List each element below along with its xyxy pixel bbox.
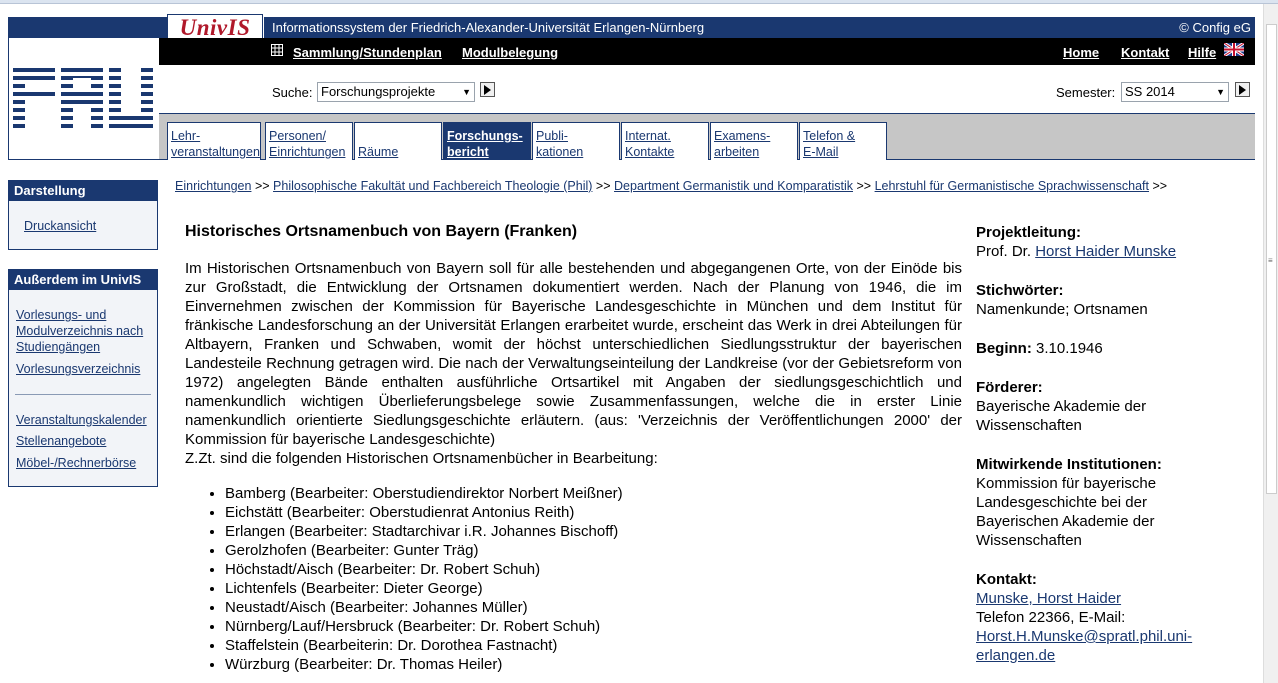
meta-institutionen: Mitwirkende Institutionen: Kommission fü… [976,456,1162,549]
meta-contact-link[interactable]: Munske, Horst Haider [976,590,1121,607]
meta-inst-label: Mitwirkende Institutionen: [976,456,1162,473]
sidebar-divider [15,394,151,395]
meta-lead-label: Projektleitung: [976,224,1082,241]
link-moebelboerse[interactable]: Möbel-/Rechnerbörse [16,455,136,471]
fau-logo [13,68,153,130]
meta-stichwoerter: Stichwörter: Namenkunde; Ortsnamen [976,281,1236,319]
list-item: Staffelstein (Bearbeiterin: Dr. Dorothea… [225,636,623,655]
link-druckansicht[interactable]: Druckansicht [24,218,96,234]
meta-lead-link[interactable]: Horst Haider Munske [1035,243,1176,260]
breadcrumb-einrichtungen[interactable]: Einrichtungen [175,179,251,193]
list-item: Erlangen (Bearbeiter: Stadtarchivar i.R.… [225,522,623,541]
chevron-down-icon: ▼ [1216,87,1225,97]
semester-go-button[interactable] [1235,82,1250,97]
info-text: Informationssystem der Friedrich-Alexand… [272,20,705,35]
sidebar-darstellung: Darstellung Druckansicht [8,180,158,250]
tab-personen[interactable]: Personen/Einrichtungen [265,122,353,160]
project-description: Im Historischen Ortsnamenbuch von Bayern… [185,260,962,448]
search-go-button[interactable] [480,82,495,97]
play-icon [1239,85,1246,95]
grid-icon [271,44,283,56]
meta-beginn: Beginn: 3.10.1946 [976,339,1236,358]
semester-select-value: SS 2014 [1125,84,1175,99]
link-vorlesungsverzeichnis[interactable]: Vorlesungsverzeichnis [16,361,140,377]
meta-keywords-label: Stichwörter: [976,282,1064,299]
tab-bar: Lehr-veranstaltungen Personen/Einrichtun… [159,114,1255,160]
tab-raeume[interactable]: Räume [354,122,442,160]
nav-home[interactable]: Home [1063,45,1099,60]
search-label: Suche: [272,85,313,100]
list-item: Lichtenfels (Bearbeiter: Dieter George) [225,579,623,598]
link-stellenangebote[interactable]: Stellenangebote [16,433,106,449]
tab-forschungsbericht[interactable]: Forschungs-bericht [443,122,531,160]
play-icon [484,85,491,95]
list-item: Neustadt/Aisch (Bearbeiter: Johannes Mül… [225,598,623,617]
vertical-scrollbar[interactable]: ≡ [1263,4,1278,683]
breadcrumb: Einrichtungen >> Philosophische Fakultät… [175,179,1168,193]
page-title: Historisches Ortsnamenbuch von Bayern (F… [185,223,578,240]
link-modulverzeichnis[interactable]: Vorlesungs- und Modulverzeichnis nach Stud… [16,307,143,355]
nav-hilfe[interactable]: Hilfe [1188,45,1216,60]
list-item: Würzburg (Bearbeiter: Dr. Thomas Heiler) [225,655,623,674]
list-item: Eichstätt (Bearbeiter: Oberstudienrat An… [225,503,623,522]
scrollbar-grip-icon: ≡ [1268,256,1273,265]
search-select-value: Forschungsprojekte [321,84,436,99]
nav-kontakt[interactable]: Kontakt [1121,45,1169,60]
tab-publikationen[interactable]: Publi-kationen [532,122,620,160]
list-item: Nürnberg/Lauf/Hersbruck (Bearbeiter: Dr.… [225,617,623,636]
tab-telefon[interactable]: Telefon & E-Mail [799,122,887,160]
copyright: © Config eG [1179,20,1251,35]
meta-foerderer: Förderer: Bayerische Akademie der Wissen… [976,379,1147,434]
meta-contact-label: Kontakt: [976,571,1037,588]
chevron-down-icon: ▼ [462,87,471,97]
main-navbar: Sammlung/Stundenplan Modulbelegung Home … [159,38,1255,65]
window-top-border [0,0,1278,4]
meta-kontakt: Kontakt: Munske, Horst Haider Telefon 22… [976,571,1193,664]
search-bar: Suche: Forschungsprojekte ▼ Semester: SS… [159,65,1255,114]
sidebar-ausserdem-title: Außerdem im UnivIS [9,270,157,290]
meta-projektleitung: Projektleitung: Prof. Dr. Horst Haider M… [976,223,1236,261]
meta-begin-label: Beginn: [976,340,1032,357]
meta-sponsor-label: Förderer: [976,379,1043,396]
sidebar-darstellung-title: Darstellung [9,181,157,201]
meta-lead-prefix: Prof. Dr. [976,243,1032,260]
meta-begin: 3.10.1946 [1036,340,1103,357]
nav-sammlung[interactable]: Sammlung/Stundenplan [293,45,442,60]
breadcrumb-lehrstuhl[interactable]: Lehrstuhl für Germanistische Sprachwisse… [875,179,1149,193]
list-intro: Z.Zt. sind die folgenden Historischen Or… [185,450,658,467]
uk-flag-icon[interactable] [1224,43,1244,56]
tab-examensarbeiten[interactable]: Examens-arbeiten [710,122,798,160]
meta-keywords: Namenkunde; Ortsnamen [976,301,1148,318]
list-item: Bamberg (Bearbeiter: Oberstudiendirektor… [225,484,623,503]
sidebar-ausserdem: Außerdem im UnivIS Vorlesungs- und Modulv… [8,269,158,487]
semester-label: Semester: [1056,85,1116,100]
tab-internat-kontakte[interactable]: Internat. Kontakte [621,122,709,160]
list-item: Höchstadt/Aisch (Bearbeiter: Dr. Robert … [225,560,623,579]
info-bar: Informationssystem der Friedrich-Alexand… [264,17,1255,38]
fau-logo-box[interactable] [8,38,159,160]
breadcrumb-phil[interactable]: Philosophische Fakultät und Fachbereich … [273,179,592,193]
ortsnamenbuch-list: Bamberg (Bearbeiter: Oberstudiendirektor… [185,484,623,674]
meta-email-link[interactable]: Horst.H.Munske@spratl.phil.uni-erlangen.… [976,628,1192,664]
link-veranstaltungskalender[interactable]: Veranstaltungskalender [16,412,147,428]
tab-lehrveranstaltungen[interactable]: Lehr-veranstaltungen [167,122,261,160]
breadcrumb-department[interactable]: Department Germanistik und Komparatistik [614,179,853,193]
semester-select[interactable]: SS 2014 ▼ [1121,82,1229,102]
list-item: Gerolzhofen (Bearbeiter: Gunter Träg) [225,541,623,560]
search-select[interactable]: Forschungsprojekte ▼ [317,82,475,102]
univis-logo[interactable]: UnivIS [167,14,263,40]
nav-modulbelegung[interactable]: Modulbelegung [462,45,558,60]
header-strip-left [8,17,167,38]
